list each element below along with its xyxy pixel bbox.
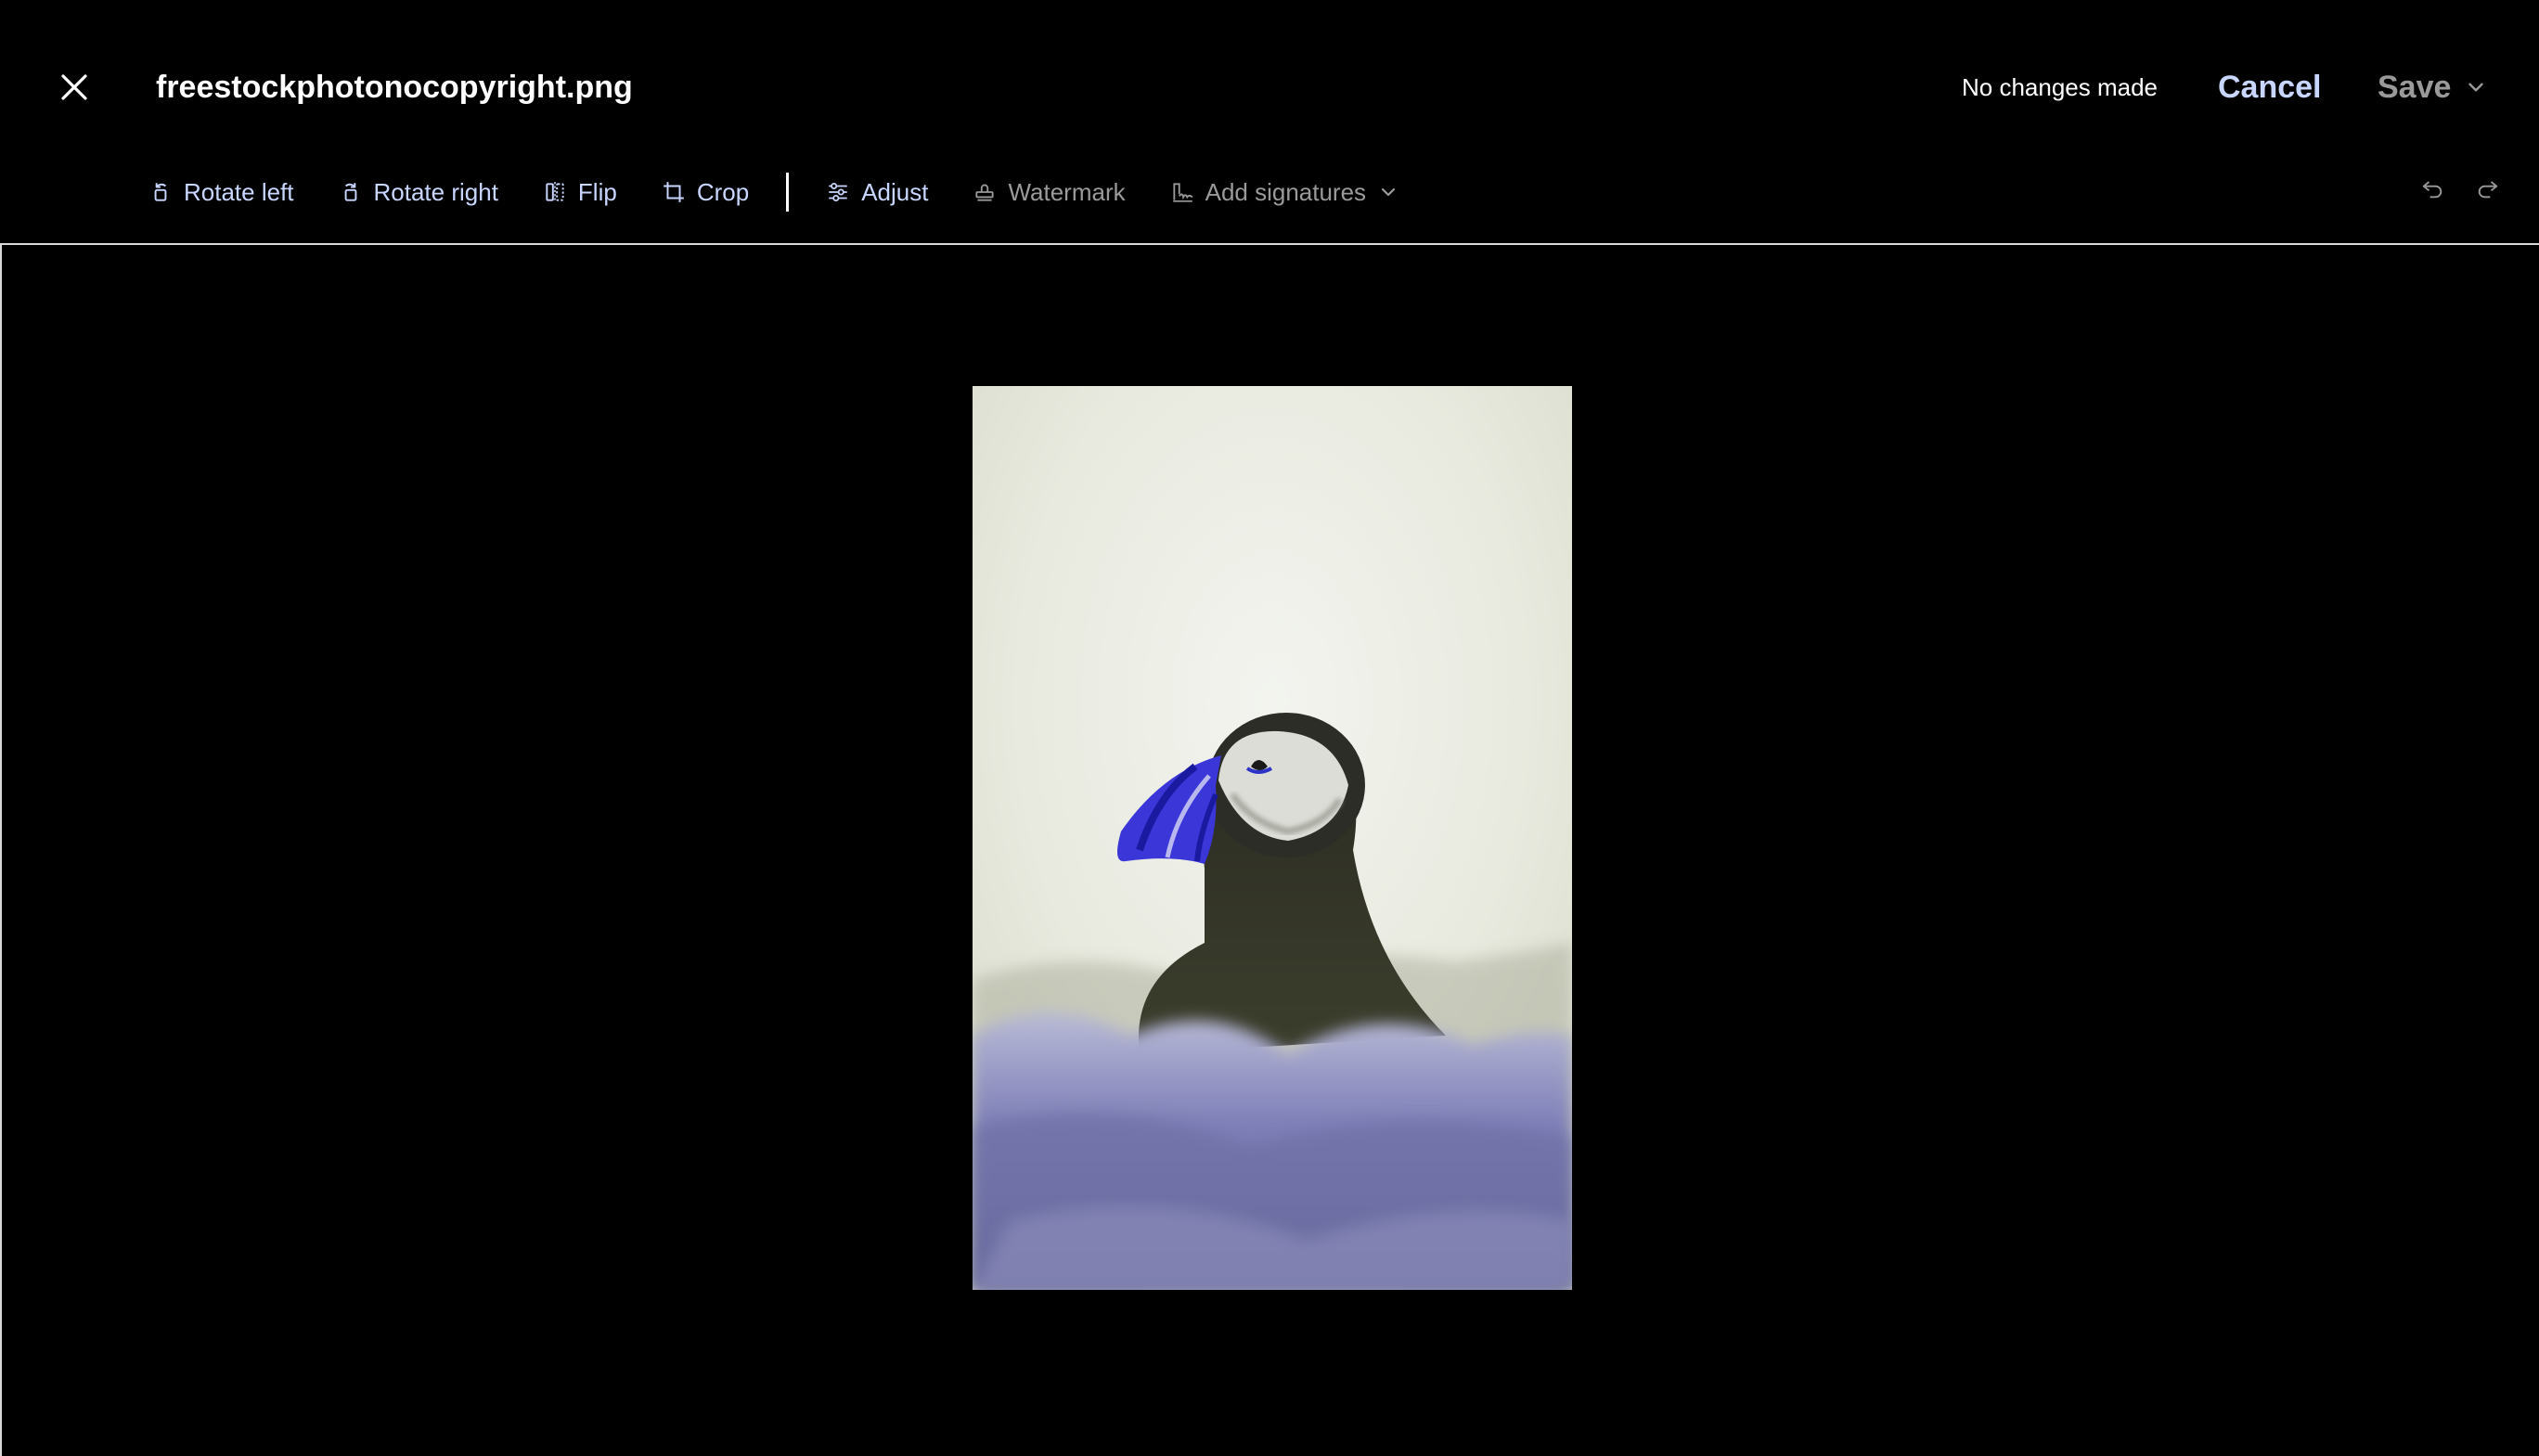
rotate-right-button[interactable]: Rotate right [339,171,498,213]
save-status-text: No changes made [1962,73,2159,101]
editor-header: freestockphotonocopyright.png No changes… [0,0,2539,174]
signature-icon [1170,180,1194,204]
add-signatures-button[interactable]: Add signatures [1170,171,1399,213]
stamp-icon [973,180,997,204]
rotate-right-icon [339,180,363,204]
rotate-right-label: Rotate right [373,177,498,206]
flip-button[interactable]: Flip [543,171,617,213]
flip-label: Flip [577,177,617,206]
close-button[interactable] [52,65,97,110]
rotate-left-label: Rotate left [184,177,294,206]
toolbar-divider [786,173,790,212]
add-signatures-label: Add signatures [1205,177,1367,206]
flip-icon [543,180,567,204]
sliders-icon [826,180,850,204]
history-controls [2418,174,2502,202]
adjust-label: Adjust [861,177,929,206]
file-name-title: freestockphotonocopyright.png [156,70,633,105]
edit-toolbar: Rotate left Rotate right Flip Crop Adjus… [148,171,1444,213]
save-button-label: Save [2378,69,2452,105]
save-button[interactable]: Save [2378,65,2488,110]
image-canvas [0,243,2539,1456]
chevron-down-icon [1381,187,1396,197]
watermark-button[interactable]: Watermark [973,171,1126,213]
rotate-left-icon [148,180,173,204]
chevron-down-icon [2468,83,2484,92]
redo-button[interactable] [2474,174,2502,202]
undo-icon [2422,181,2442,199]
crop-icon [662,180,686,204]
close-icon [61,74,87,100]
redo-icon [2478,181,2498,199]
cancel-button[interactable]: Cancel [2218,65,2322,110]
photo-puffin [973,386,1572,1290]
rotate-left-button[interactable]: Rotate left [148,171,294,213]
watermark-label: Watermark [1008,177,1126,206]
crop-label: Crop [696,177,750,206]
undo-button[interactable] [2418,174,2446,202]
crop-button[interactable]: Crop [662,171,749,213]
adjust-button[interactable]: Adjust [826,171,928,213]
